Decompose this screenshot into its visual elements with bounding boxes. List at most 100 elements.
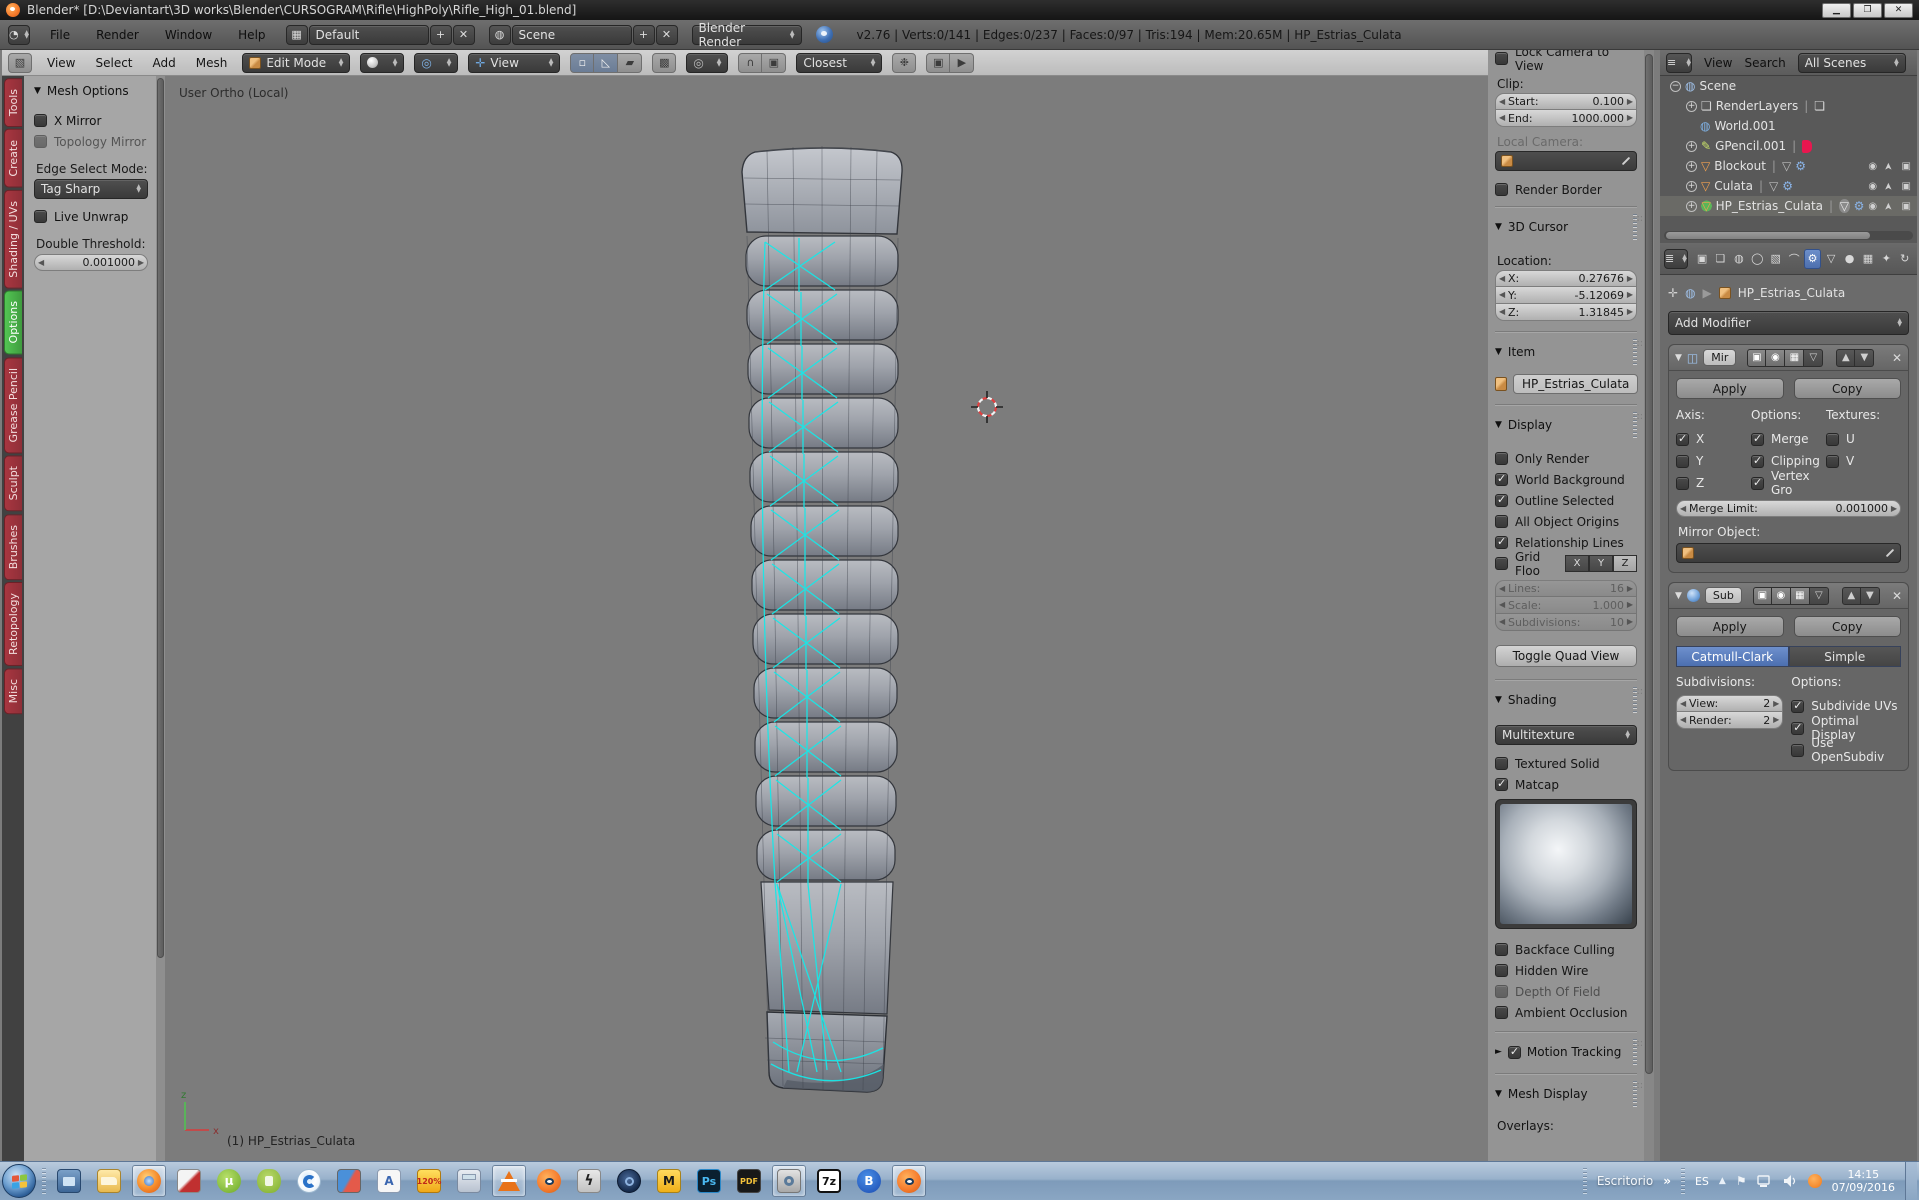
screen-layout-select[interactable]: Default [308, 24, 429, 45]
mesh-options-header[interactable]: ▼ Mesh Options [34, 84, 148, 98]
expand-icon[interactable]: + [1686, 200, 1697, 212]
action-center-flag-icon[interactable]: ⚑ [1736, 1174, 1747, 1188]
taskbar-hotspot-shield[interactable] [252, 1165, 286, 1197]
scene-add-button[interactable]: + [632, 24, 655, 45]
move-modifier-up-button[interactable]: ▲ [1836, 348, 1856, 367]
subdivision-type-simple[interactable]: Simple [1788, 646, 1901, 667]
matcap-checkbox[interactable]: Matcap [1495, 774, 1637, 795]
expand-icon[interactable]: + [1686, 180, 1697, 192]
snap-target-select[interactable]: Closest ▲ ▼ [796, 52, 883, 73]
language-indicator[interactable]: ES [1695, 1175, 1709, 1188]
expand-icon[interactable]: + [1686, 160, 1697, 172]
subsurf-modifier-name-field[interactable]: Sub [1704, 587, 1742, 604]
motion-tracking-checkbox[interactable] [1507, 1045, 1521, 1059]
tab-material[interactable]: ● [1841, 249, 1857, 269]
outliner-row-gpencil[interactable]: + ✎ GPencil.001 | [1660, 136, 1917, 156]
display-panel-header[interactable]: ▼Display∷∷ [1495, 412, 1644, 438]
taskbar-blender-shortcut[interactable] [532, 1165, 566, 1197]
merge-limit-slider[interactable]: ◀ Merge Limit: 0.001000 ▶ [1676, 500, 1901, 517]
limit-to-visible-icon[interactable]: ▩ [652, 52, 677, 73]
subsurf-view-slider[interactable]: ◀ View: 2 ▶ [1676, 695, 1784, 712]
tab-object[interactable]: ▧ [1768, 249, 1784, 269]
render-visibility-toggle[interactable]: ▣ [1752, 586, 1772, 605]
clip-start-slider[interactable]: ◀ Start: 0.100 ▶ [1495, 93, 1637, 110]
cursor-x-field[interactable]: ◀ X: 0.27676 ▶ [1495, 270, 1637, 287]
pin-icon[interactable]: ✛ [1668, 286, 1678, 300]
outliner-row-culata[interactable]: + ▽ Culata | ▽ ⚙ ◉ ➤ ▣ [1660, 176, 1917, 196]
viewport-visibility-toggle[interactable]: ◉ [1766, 348, 1786, 367]
tab-grease-pencil[interactable]: Grease Pencil [4, 356, 22, 454]
expand-icon[interactable]: + [1686, 140, 1697, 152]
expand-icon[interactable]: + [1686, 100, 1697, 112]
item-panel-header[interactable]: ▼Item∷∷ [1495, 339, 1644, 365]
hidden-wire-checkbox[interactable]: Hidden Wire [1495, 960, 1637, 981]
taskbar-runner-app[interactable]: ϟ [572, 1165, 606, 1197]
outliner-row-hp-estrias-culata[interactable]: + ▽ HP_Estrias_Culata | ▽ ⚙ ◉ ➤ ▣ [1660, 196, 1917, 216]
visibility-eye-icon[interactable]: ◉ [1868, 181, 1877, 192]
cursor-z-field[interactable]: ◀ Z: 1.31845 ▶ [1495, 304, 1637, 321]
editor-type-properties-button[interactable]: ≣ ▲ ▼ [1664, 248, 1688, 269]
cage-toggle[interactable]: ▽ [1809, 586, 1829, 605]
mirror-texture-v[interactable]: V [1826, 450, 1901, 472]
toolbar-grip[interactable] [1680, 1168, 1685, 1194]
mirror-axis-y[interactable]: Y [1676, 450, 1751, 472]
layout-delete-button[interactable]: ✕ [452, 24, 475, 45]
editmode-visibility-toggle[interactable]: ▦ [1790, 586, 1810, 605]
editor-type-3dview-button[interactable]: ▧ [8, 52, 32, 73]
tab-physics[interactable]: ↻ [1897, 249, 1913, 269]
double-threshold-slider[interactable]: ◀ 0.001000 ▶ [34, 254, 148, 271]
taskbar-wordpad-doc[interactable]: A [372, 1165, 406, 1197]
tab-object-data[interactable]: ▽ [1823, 249, 1839, 269]
x-mirror-box[interactable] [34, 114, 47, 127]
antivirus-tray-icon[interactable] [1807, 1174, 1822, 1188]
outliner-menu-view[interactable]: View [1704, 56, 1732, 70]
item-name-field[interactable]: HP_Estrias_Culata [1513, 374, 1639, 394]
menu-select[interactable]: Select [90, 55, 137, 71]
delete-modifier-button[interactable]: ✕ [1892, 589, 1902, 603]
layout-add-button[interactable]: + [429, 24, 452, 45]
move-modifier-up-button[interactable]: ▲ [1841, 586, 1861, 605]
selectability-arrow-icon[interactable]: ➤ [1884, 162, 1895, 170]
toolbar-grip[interactable] [1582, 1168, 1587, 1194]
tab-brushes[interactable]: Brushes [4, 513, 22, 580]
outliner-menu-search[interactable]: Search [1744, 56, 1785, 70]
outliner-row-renderlayers[interactable]: + ❏ RenderLayers | ❏ [1660, 96, 1917, 116]
shading-panel-header[interactable]: ▼Shading∷∷ [1495, 687, 1644, 713]
tab-options[interactable]: Options [4, 290, 22, 355]
outliner-row-blockout[interactable]: + ▽ Blockout | ▽ ⚙ ◉ ➤ ▣ [1660, 156, 1917, 176]
toggle-quad-view-button[interactable]: Toggle Quad View [1495, 645, 1637, 667]
outliner-horizontal-scrollbar[interactable] [1664, 231, 1913, 240]
rifle-stock-mesh[interactable] [731, 142, 931, 1102]
subsurf-modifier-header[interactable]: ▼ Sub ▣ ◉ ▦ ▽ ▲ ▼ ✕ [1669, 583, 1908, 609]
tab-shading-uvs[interactable]: Shading / UVs [4, 189, 22, 289]
tab-modifiers[interactable]: ⚙ [1804, 248, 1821, 269]
tab-texture[interactable]: ▦ [1860, 249, 1876, 269]
taskbar-blender-running[interactable] [892, 1165, 926, 1197]
subdivision-type-catmull-clark[interactable]: Catmull-Clark [1676, 646, 1789, 667]
add-modifier-select[interactable]: Add Modifier ▲ ▼ [1668, 311, 1909, 335]
renderability-camera-icon[interactable]: ▣ [1902, 181, 1911, 192]
taskbar-firefox[interactable] [132, 1165, 166, 1197]
outline-selected-checkbox[interactable]: Outline Selected [1495, 490, 1637, 511]
taskbar-defender-tool[interactable] [332, 1165, 366, 1197]
only-render-checkbox[interactable]: Only Render [1495, 448, 1637, 469]
start-button[interactable] [2, 1164, 36, 1198]
motion-tracking-panel-header[interactable]: ► Motion Tracking∷∷ [1495, 1039, 1644, 1065]
menu-file[interactable]: File [44, 26, 76, 44]
taskbar-magicdisc[interactable]: M [652, 1165, 686, 1197]
viewport-canvas[interactable]: User Ortho (Local) x z (1) HP_Estrias_Cu… [165, 76, 1488, 1161]
shading-mode-select[interactable]: Multitexture ▲ ▼ [1495, 725, 1637, 745]
taskbar-pdf-app[interactable]: PDF [732, 1165, 766, 1197]
collapse-triangle-icon[interactable]: ▼ [1675, 591, 1682, 601]
x-mirror-checkbox[interactable]: X Mirror [34, 110, 148, 131]
vertex-select-icon[interactable]: ▫ [570, 52, 595, 73]
pivot-point-select[interactable]: ◎ ▲ ▼ [414, 52, 459, 73]
tab-render-layers[interactable]: ❏ [1712, 249, 1728, 269]
taskbar-lens-app[interactable] [612, 1165, 646, 1197]
subsurf-apply-button[interactable]: Apply [1676, 616, 1784, 637]
mirror-texture-u[interactable]: U [1826, 428, 1901, 450]
network-icon[interactable] [1756, 1174, 1773, 1188]
grid-axis-y-button[interactable]: Y [1589, 555, 1613, 572]
taskbar-grip[interactable] [42, 1168, 46, 1194]
taskbar-screenshot-tool[interactable] [772, 1165, 806, 1197]
